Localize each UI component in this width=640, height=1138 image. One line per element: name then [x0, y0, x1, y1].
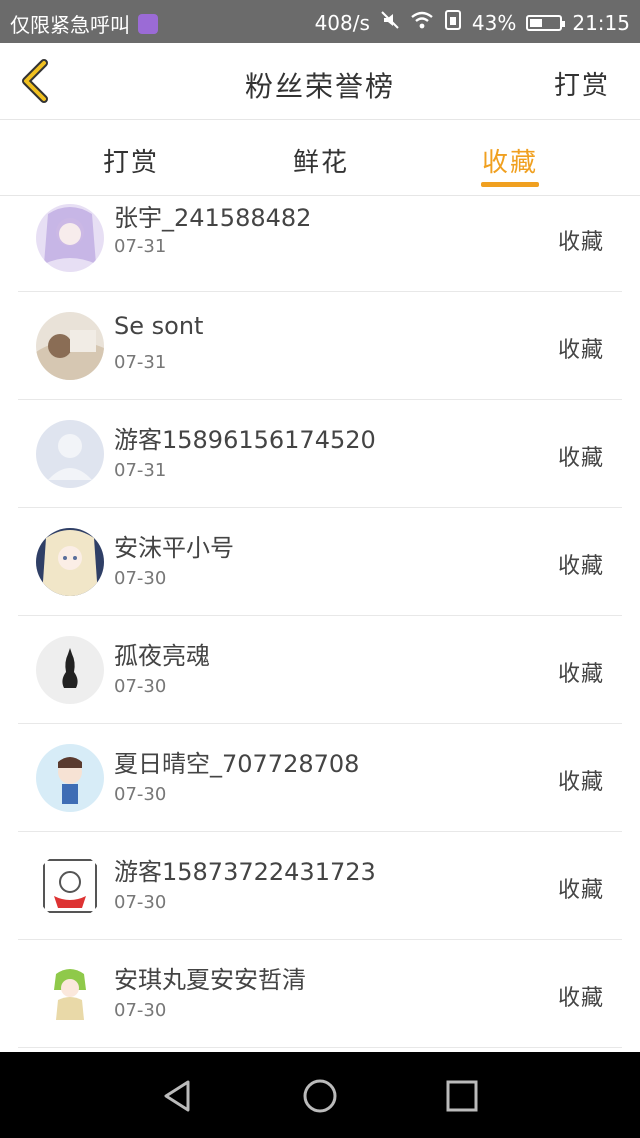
list-item[interactable]: Se sont 07-31 收藏 — [18, 292, 622, 400]
avatar — [36, 528, 104, 596]
title-bar: 粉丝荣誉榜 打赏 — [0, 43, 640, 120]
item-date: 07-31 — [114, 460, 167, 481]
reward-button[interactable]: 打赏 — [554, 65, 610, 102]
home-nav-button[interactable] — [300, 1076, 340, 1116]
list-item[interactable]: 孤夜亮魂 07-30 收藏 — [18, 616, 622, 724]
wifi-icon — [410, 10, 434, 35]
list-item[interactable]: 游客15896156174520 07-31 收藏 — [18, 400, 622, 508]
avatar — [36, 204, 104, 272]
network-speed: 408/s — [314, 10, 370, 35]
item-date: 07-31 — [114, 236, 167, 257]
user-name: Se sont — [114, 312, 204, 340]
user-name: 游客15896156174520 — [114, 426, 376, 454]
list-item[interactable]: 张宇_241588482 07-31 收藏 — [18, 196, 622, 292]
avatar — [36, 312, 104, 380]
item-date: 07-30 — [114, 676, 167, 697]
collect-label: 收藏 — [557, 986, 604, 1011]
list-item[interactable]: 夏日晴空_707728708 07-30 收藏 — [18, 724, 622, 832]
carrier-text: 仅限紧急呼叫 — [10, 13, 130, 37]
item-date: 07-30 — [114, 892, 167, 913]
back-nav-button[interactable] — [158, 1076, 198, 1116]
tab-flowers[interactable]: 鲜花 — [293, 142, 349, 179]
active-tab-indicator — [481, 182, 539, 187]
collect-label: 收藏 — [557, 878, 604, 903]
clock: 21:15 — [572, 10, 630, 35]
item-date: 07-30 — [114, 1000, 167, 1021]
fans-list[interactable]: 张宇_241588482 07-31 收藏 Se sont 07-31 收藏 游… — [0, 196, 640, 1052]
tab-collections[interactable]: 收藏 — [482, 142, 538, 179]
collect-label: 收藏 — [557, 770, 604, 795]
user-name: 安沫平小号 — [114, 534, 234, 562]
page-title: 粉丝荣誉榜 — [244, 70, 395, 103]
system-nav-bar — [0, 1052, 640, 1138]
user-name: 游客15873722431723 — [114, 858, 376, 886]
avatar — [36, 420, 104, 488]
list-item[interactable]: 安琪丸夏安安哲清 07-30 收藏 — [18, 940, 622, 1048]
list-item[interactable]: 游客15873722431723 07-30 收藏 — [18, 832, 622, 940]
battery-icon — [526, 14, 566, 31]
collect-label: 收藏 — [557, 554, 604, 579]
gallery-notification-icon — [138, 13, 158, 34]
user-name: 安琪丸夏安安哲清 — [114, 966, 306, 994]
avatar — [36, 744, 104, 812]
square-recents-icon — [442, 1080, 482, 1120]
recents-nav-button[interactable] — [442, 1076, 482, 1116]
collect-label: 收藏 — [557, 230, 604, 255]
avatar — [36, 960, 104, 1028]
tab-bar: 打赏 鲜花 收藏 — [0, 120, 640, 196]
item-date: 07-30 — [114, 568, 167, 589]
avatar — [36, 852, 104, 920]
list-item[interactable]: 安沫平小号 07-30 收藏 — [18, 508, 622, 616]
item-date: 07-31 — [114, 352, 167, 373]
collect-label: 收藏 — [557, 446, 604, 471]
item-date: 07-30 — [114, 784, 167, 805]
user-name: 夏日晴空_707728708 — [114, 750, 360, 778]
mute-icon — [380, 10, 400, 35]
battery-percent: 43% — [471, 10, 517, 35]
collect-label: 收藏 — [557, 662, 604, 687]
status-bar: 仅限紧急呼叫 408/s 43% 21:15 — [0, 0, 640, 43]
user-name: 张宇_241588482 — [114, 204, 312, 232]
triangle-back-icon — [158, 1080, 198, 1120]
tab-reward[interactable]: 打赏 — [103, 142, 159, 179]
collect-label: 收藏 — [557, 338, 604, 363]
avatar — [36, 636, 104, 704]
user-name: 孤夜亮魂 — [114, 642, 210, 670]
circle-home-icon — [300, 1079, 340, 1120]
sim-icon — [444, 9, 462, 36]
